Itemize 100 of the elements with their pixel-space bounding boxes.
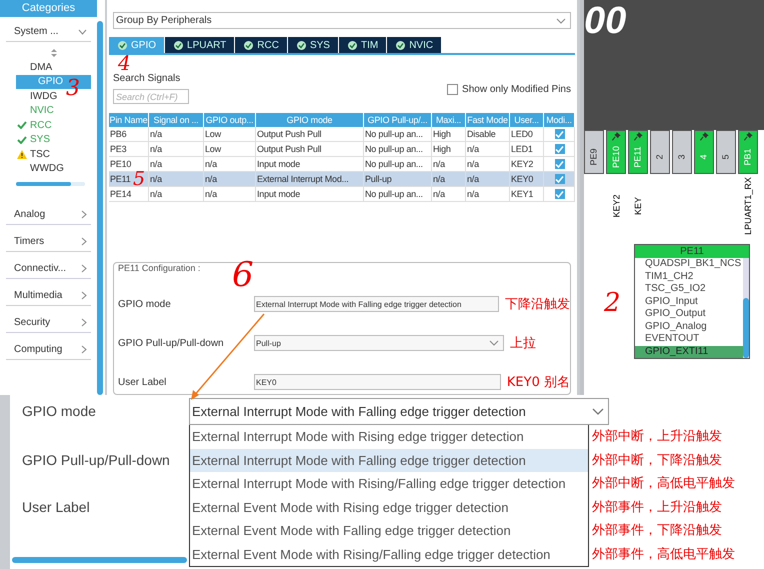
annotation-number: 6: [232, 258, 254, 292]
input-field[interactable]: External Interrupt Mode with Falling edge trigger detection: [254, 296, 499, 312]
category-dropdown[interactable]: System ...: [6, 19, 91, 42]
annotation-note: 上拉: [510, 335, 536, 352]
table-cell: n/a: [149, 142, 204, 156]
table-cell: Disable: [466, 127, 510, 141]
tab[interactable]: RCC: [235, 37, 288, 53]
chevron-icon: [81, 237, 87, 246]
show-modified-checkbox[interactable]: Show only Modified Pins: [447, 84, 571, 95]
chevron-icon: [592, 408, 604, 415]
annotation-note: 外部中断，下降沿触发: [592, 452, 723, 470]
table-cell: KEY2: [510, 157, 544, 171]
scrollbar[interactable]: [97, 21, 103, 395]
menu-item[interactable]: GPIO_Output: [635, 308, 743, 320]
chevron-icon: [489, 340, 499, 346]
scrollbar[interactable]: [12, 557, 187, 563]
category-dropdown[interactable]: Connectiv...: [6, 256, 91, 279]
pin-signal-label: LPUART1_RX: [742, 176, 754, 237]
check-icon: [118, 40, 127, 50]
table-cell: n/a: [466, 157, 510, 171]
modified-checkbox[interactable]: [554, 144, 564, 154]
dropdown-option[interactable]: External Interrupt Mode with Falling edge trigger detection: [190, 448, 588, 472]
table-cell: n/a: [204, 157, 256, 171]
pushpin-icon: [634, 132, 642, 141]
pushpin-icon: [700, 132, 708, 141]
menu-item[interactable]: TSC_G5_IO2: [635, 283, 743, 296]
scrollbar[interactable]: [743, 298, 749, 358]
chevron-icon: [81, 264, 87, 273]
modified-checkbox[interactable]: [554, 174, 564, 184]
pin[interactable]: 5: [716, 130, 736, 174]
dropdown-option[interactable]: External Event Mode with Rising/Falling edge trigger detection: [190, 542, 588, 566]
search-label: Search Signals: [113, 73, 182, 84]
chevron-icon: [81, 210, 87, 219]
input-field[interactable]: Pull-up: [254, 335, 504, 351]
annotation-note: 下降沿触发: [505, 296, 570, 313]
modified-checkbox[interactable]: [554, 159, 564, 169]
field-label: GPIO mode: [118, 298, 172, 310]
table-cell: Output Push Pull: [256, 142, 364, 156]
modified-checkbox[interactable]: [554, 189, 564, 199]
table-cell: n/a: [204, 187, 256, 201]
category-dropdown[interactable]: Computing: [6, 337, 91, 360]
table-cell: n/a: [466, 142, 510, 156]
table-cell: PE3: [109, 142, 149, 156]
mode-dropdown[interactable]: External Interrupt Mode with Falling edge trigger detection: [189, 398, 609, 425]
table-row[interactable]: PB6 n/a Low Output Push Pull No pull-up an... High Disable LED0: [109, 127, 575, 142]
chip-label: 00: [584, 0, 626, 43]
category-dropdown[interactable]: Security: [6, 310, 91, 333]
chevron-icon: [81, 318, 87, 327]
category-dropdown[interactable]: Multimedia: [6, 283, 91, 306]
table-cell: Low: [204, 127, 256, 141]
field-label: User Label: [118, 376, 168, 388]
dropdown-option[interactable]: External Interrupt Mode with Rising edge trigger detection: [190, 425, 588, 448]
table-cell: No pull-up an...: [364, 142, 432, 156]
field-label: GPIO mode: [22, 403, 97, 421]
menu-item[interactable]: QUADSPI_BK1_NCS: [635, 258, 743, 270]
tab[interactable]: LPUART: [165, 37, 236, 53]
pushpin-icon: [744, 132, 752, 141]
category-dropdown[interactable]: Analog: [6, 202, 91, 225]
tab[interactable]: NVIC: [387, 37, 442, 53]
tab[interactable]: SYS: [288, 37, 339, 53]
table-cell: High: [432, 127, 466, 141]
dropdown-option[interactable]: External Event Mode with Rising edge trigger detection: [190, 496, 588, 519]
table-cell: PE10: [109, 157, 149, 171]
pin[interactable]: PE9: [584, 130, 604, 174]
table-cell: External Interrupt Mod...: [256, 172, 364, 186]
tab[interactable]: TIM: [338, 37, 388, 53]
modified-checkbox[interactable]: [554, 129, 564, 139]
pin[interactable]: 2: [650, 130, 670, 174]
table-cell: n/a: [466, 187, 510, 201]
chevron-icon: [556, 18, 566, 24]
menu-item[interactable]: GPIO_Input: [635, 296, 743, 308]
table-row[interactable]: PE3 n/a Low Output Push Pull No pull-up an... High n/a LED1: [109, 142, 575, 157]
menu-item[interactable]: GPIO_Analog: [635, 320, 743, 333]
annotation-note: 外部中断，高低电平触发: [592, 475, 735, 493]
menu-item[interactable]: EVENTOUT: [635, 333, 743, 346]
table-cell: n/a: [204, 172, 256, 186]
category-dropdown[interactable]: Timers: [6, 229, 91, 252]
input-field[interactable]: KEY0: [254, 374, 501, 390]
group-by-dropdown[interactable]: Group By Peripherals: [113, 12, 571, 29]
sort-icon: [50, 49, 56, 57]
scrollbar[interactable]: [16, 182, 85, 186]
dropdown-option[interactable]: External Event Mode with Falling edge trigger detection: [190, 519, 588, 542]
panel-title: PE11 Configuration :: [118, 263, 202, 273]
peripheral-item[interactable]: WWDG: [16, 162, 91, 176]
peripheral-item[interactable]: TSC: [16, 147, 91, 161]
table-cell: KEY1: [510, 187, 544, 201]
search-field[interactable]: Search (Ctrl+F): [113, 89, 189, 104]
table-cell: No pull-up an...: [364, 157, 432, 171]
peripheral-item[interactable]: DMA: [16, 60, 91, 74]
table-cell: n/a: [432, 157, 466, 171]
table-cell: n/a: [432, 172, 466, 186]
annotation-number: 2: [604, 290, 621, 316]
menu-item[interactable]: TIM1_CH2: [635, 270, 743, 283]
categories-header: Categories: [0, 0, 97, 17]
dropdown-option[interactable]: External Interrupt Mode with Rising/Falling edge trigger detection: [190, 472, 588, 496]
table-cell: KEY0: [510, 172, 544, 186]
menu-item[interactable]: GPIO_EXTI11: [635, 346, 743, 358]
annotation-number: 4: [118, 53, 131, 73]
pin[interactable]: 3: [672, 130, 692, 174]
table-row[interactable]: PE14 n/a n/a Input mode No pull-up an... n/a n/a KEY1: [109, 187, 575, 202]
